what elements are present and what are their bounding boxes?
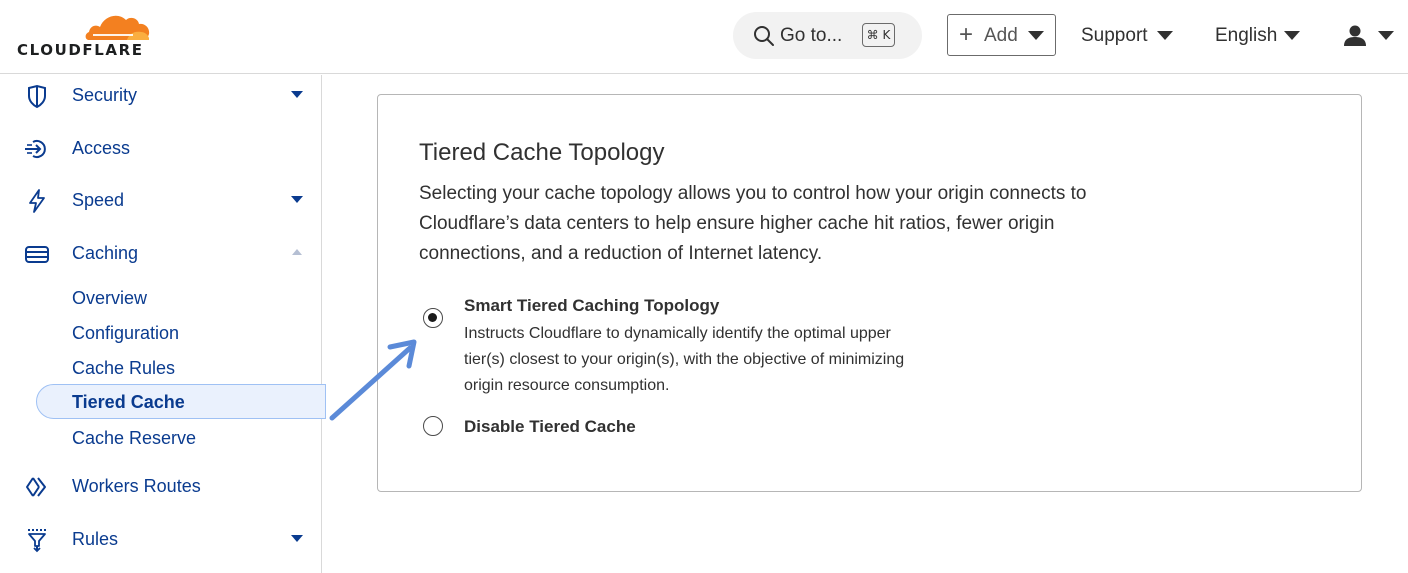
user-menu[interactable]: [1343, 24, 1399, 50]
sidebar-subitem-label: Tiered Cache: [72, 392, 185, 412]
rules-icon: [28, 529, 46, 553]
top-header: CLOUDFLARE Go to... ⌘ K + Add Support En…: [0, 0, 1408, 74]
caching-icon: [25, 246, 49, 263]
add-label: Add: [984, 25, 1018, 46]
sidebar-item-label: Security: [72, 85, 138, 105]
cloud-logo-icon: [85, 15, 150, 40]
support-menu[interactable]: Support: [1081, 25, 1177, 49]
goto-search-button[interactable]: Go to... ⌘ K: [733, 12, 922, 59]
chevron-up-icon: [292, 249, 302, 255]
chevron-down-icon: [1028, 31, 1044, 40]
user-avatar-icon: [1344, 25, 1366, 46]
sidebar-item-label: Speed: [72, 190, 125, 210]
sidebar-subitem-configuration[interactable]: Configuration: [72, 323, 179, 344]
sidebar-item-workers-routes[interactable]: Workers Routes: [0, 466, 321, 506]
tiered-cache-topology-card: Tiered Cache Topology Selecting your cac…: [377, 94, 1362, 492]
sidebar: Security Access Speed Caching Overview C…: [0, 75, 326, 573]
sidebar-item-security[interactable]: Security: [0, 75, 321, 115]
sidebar-item-access[interactable]: Access: [0, 128, 321, 168]
language-label: English: [1215, 25, 1278, 46]
shield-icon: [28, 84, 46, 109]
sidebar-item-speed[interactable]: Speed: [0, 180, 321, 220]
chevron-down-icon: [291, 535, 303, 542]
chevron-down-icon: [291, 196, 303, 203]
chevron-down-icon: [291, 91, 303, 98]
lightning-icon: [29, 189, 45, 213]
smart-tiered-caching-radio[interactable]: [423, 308, 443, 328]
chevron-down-icon: [1284, 31, 1300, 40]
sidebar-item-label: Rules: [72, 529, 119, 549]
logo-wordmark: CLOUDFLARE: [17, 41, 144, 59]
cloudflare-logo[interactable]: CLOUDFLARE: [17, 10, 153, 60]
keyboard-shortcut-badge: ⌘ K: [862, 23, 895, 47]
annotation-arrow-icon: [329, 339, 417, 421]
workers-icon: [26, 477, 46, 497]
sidebar-item-rules[interactable]: Rules: [0, 519, 321, 559]
disable-tiered-cache-title[interactable]: Disable Tiered Cache: [464, 417, 636, 437]
smart-tiered-caching-title[interactable]: Smart Tiered Caching Topology: [464, 296, 719, 316]
search-icon: [754, 26, 774, 46]
goto-label: Go to...: [780, 25, 843, 46]
sidebar-subitem-cache-reserve[interactable]: Cache Reserve: [72, 428, 196, 449]
sidebar-item-caching[interactable]: Caching: [0, 233, 321, 273]
sidebar-item-label: Access: [72, 138, 131, 158]
sidebar-subitem-overview[interactable]: Overview: [72, 288, 147, 309]
chevron-down-icon: [1157, 31, 1173, 40]
access-icon: [25, 140, 46, 158]
language-menu[interactable]: English: [1215, 25, 1305, 49]
card-description: Selecting your cache topology allows you…: [419, 183, 1087, 264]
sidebar-subitem-cache-rules[interactable]: Cache Rules: [72, 358, 175, 379]
disable-tiered-cache-radio[interactable]: [423, 416, 443, 436]
sidebar-item-label: Caching: [72, 243, 139, 263]
plus-icon: +: [959, 21, 974, 48]
add-button[interactable]: + Add: [947, 14, 1056, 56]
sidebar-subitem-tiered-cache[interactable]: Tiered Cache: [36, 384, 326, 419]
sidebar-item-label: Workers Routes: [72, 476, 201, 496]
support-label: Support: [1081, 25, 1148, 46]
smart-tiered-caching-description: Instructs Cloudflare to dynamically iden…: [464, 325, 905, 394]
card-title: Tiered Cache Topology: [419, 139, 665, 166]
chevron-down-icon: [1378, 31, 1394, 40]
